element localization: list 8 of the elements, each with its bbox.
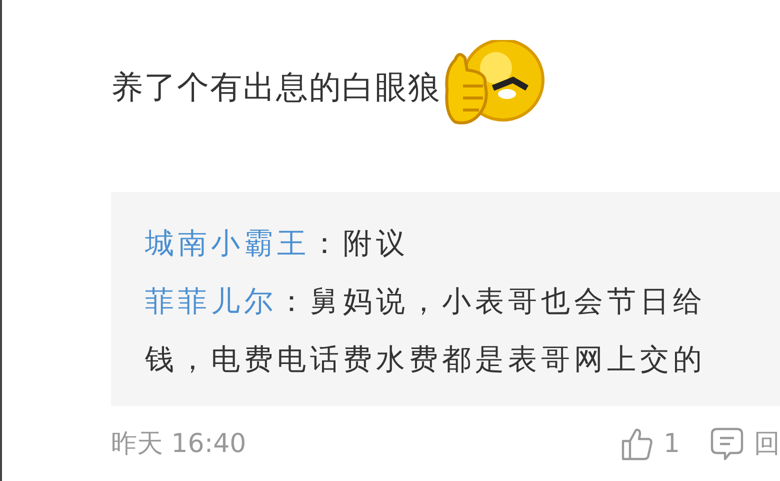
reply-text: 城南小霸王：附议 xyxy=(145,225,410,262)
reply-text: 菲菲儿尔：舅妈说，小表哥也会节日给钱，电费电话费水费都是表哥网上交的 xyxy=(145,283,707,378)
reply-button[interactable]: 回 xyxy=(754,426,780,461)
thumbs-up-icon[interactable] xyxy=(621,426,654,460)
comment-text: 养了个有出息的白眼狼 xyxy=(111,67,441,108)
timestamp: 昨天 16:40 xyxy=(111,428,248,461)
comment-icon[interactable] xyxy=(710,426,744,460)
like-count: 1 xyxy=(663,428,680,458)
